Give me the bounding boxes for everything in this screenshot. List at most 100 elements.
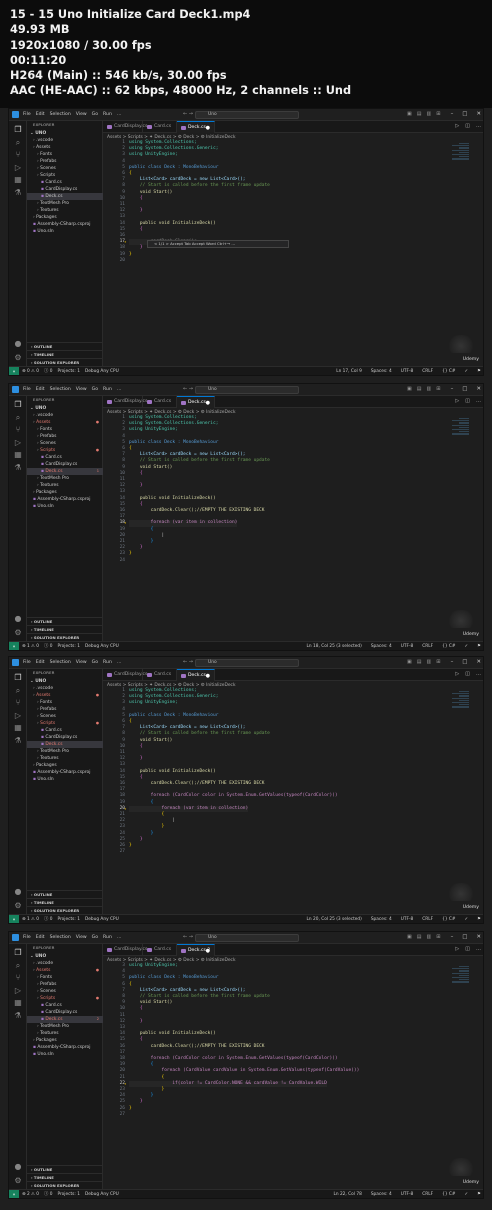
menu-item[interactable]: Edit [36,935,45,940]
status-item[interactable]: ✓ [465,642,469,650]
status-item[interactable]: ⚑ [477,367,481,375]
menu-item[interactable]: Run [103,935,112,940]
split-editor-icon[interactable]: ◫ [465,398,470,404]
explorer-item[interactable]: › Textures [27,755,103,762]
accounts-icon[interactable]: ● [13,339,23,349]
explorer-item[interactable]: ▪ Uno.sln [27,776,103,783]
unsaved-dot-icon[interactable]: ● [206,945,210,957]
explorer-item[interactable]: › Prefabs [27,706,103,713]
explorer-item[interactable]: › Fonts [27,699,103,706]
sidebar-section-solution-explorer[interactable]: › SOLUTION EXPLORER [27,633,103,641]
files-icon[interactable]: ❐ [13,125,23,135]
run-debug-icon[interactable]: ▷ [13,711,23,721]
status-item[interactable]: CRLF [422,642,433,650]
explorer-item[interactable]: ▪ Assembly-CSharp.csproj [27,1044,103,1051]
layout-toggle-icon[interactable]: ⊞ [436,111,440,117]
explorer-item[interactable]: › Assets ● [27,692,103,699]
nav-arrows-icon[interactable]: ← → [183,111,193,117]
status-item[interactable]: UTF-8 [401,1190,414,1198]
code-line[interactable]: { [129,196,143,202]
editor-tab[interactable]: Deck.cs 2 ● [177,944,215,956]
status-item[interactable]: ⊗ 0 ⚠ 0 [22,367,39,375]
explorer-item[interactable]: › Scripts ● [27,447,103,454]
menu-item[interactable]: Go [92,935,98,940]
status-item[interactable]: CRLF [422,1190,433,1198]
minimize-icon[interactable]: – [451,659,454,665]
remote-icon[interactable]: ⑂ [9,642,19,650]
code-line[interactable]: { [129,1006,143,1012]
editor-tab[interactable]: Deck.cs ● [177,121,215,133]
explorer-item[interactable]: ▪ Deck.cs [27,193,103,200]
layout-toggle-icon[interactable]: ▤ [417,386,422,392]
explorer-item[interactable]: ▪ Assembly-CSharp.csproj [27,221,103,228]
layout-toggle-icon[interactable]: ▣ [407,659,412,665]
run-icon[interactable]: ▷ [455,123,459,129]
explorer-item[interactable]: › Assets ● [27,419,103,426]
status-item[interactable]: {} C# [442,367,455,375]
status-item[interactable]: ⓘ 0 [44,642,52,650]
maximize-icon[interactable]: □ [462,386,467,392]
files-icon[interactable]: ❐ [13,673,23,683]
explorer-item[interactable]: ▪ Card.cs [27,454,103,461]
status-item[interactable]: Ln 18, Col 25 (3 selected) [307,642,362,650]
code-line[interactable]: { [129,471,143,477]
editor-tab[interactable]: CardDisplay.cs [103,944,147,956]
explorer-item[interactable]: › Fonts [27,974,103,981]
source-control-icon[interactable]: ⑂ [13,150,23,160]
editor-tab[interactable]: Card.cs [143,944,177,956]
status-item[interactable]: Ln 20, Col 25 (3 selected) [307,915,362,923]
sidebar-section-timeline[interactable]: › TIMELINE [27,625,103,633]
code-editor[interactable]: 1 using System.Collections; 2 using System.… [103,688,483,914]
code-line[interactable]: public class Deck : MonoBehaviour [129,713,218,719]
sidebar-section-timeline[interactable]: › TIMELINE [27,898,103,906]
sidebar-section-outline[interactable]: › OUTLINE [27,890,103,898]
menu-item[interactable]: View [76,660,87,665]
accounts-icon[interactable]: ● [13,1162,23,1172]
menu-item[interactable]: File [23,387,31,392]
menu-item[interactable]: Edit [36,660,45,665]
sidebar-section-outline[interactable]: › OUTLINE [27,617,103,625]
sidebar-section-timeline[interactable]: › TIMELINE [27,350,103,358]
unsaved-dot-icon[interactable]: ● [206,122,210,134]
layout-toggle-icon[interactable]: ⊞ [436,934,440,940]
explorer-item[interactable]: ▪ CardDisplay.cs [27,1009,103,1016]
layout-toggle-icon[interactable]: ▣ [407,934,412,940]
code-line[interactable]: cardDeck.Clear();//EMPTY THE EXISTING DE… [129,508,265,514]
code-line[interactable]: cardDeck.Clear();//EMPTY THE EXISTING DE… [129,1044,265,1050]
run-icon[interactable]: ▷ [455,398,459,404]
sidebar-section-solution-explorer[interactable]: › SOLUTION EXPLORER [27,906,103,914]
lightbulb-icon[interactable]: ✦ [124,520,126,525]
code-line[interactable]: public class Deck : MonoBehaviour [129,440,218,446]
minimize-icon[interactable]: – [451,111,454,117]
run-icon[interactable]: ▷ [455,946,459,952]
explorer-item[interactable]: › Textures [27,482,103,489]
menu-item[interactable]: View [76,112,87,117]
accounts-icon[interactable]: ● [13,614,23,624]
editor-tab[interactable]: Card.cs [143,669,177,681]
explorer-item[interactable]: › Packages [27,214,103,221]
explorer-item[interactable]: › Prefabs [27,981,103,988]
menu-item[interactable]: Edit [36,387,45,392]
gear-icon[interactable]: ⚙ [13,1176,23,1186]
status-item[interactable]: Debug Any CPU [85,915,119,923]
minimize-icon[interactable]: – [451,386,454,392]
maximize-icon[interactable]: □ [462,111,467,117]
status-item[interactable]: ⓘ 0 [44,367,52,375]
explorer-item[interactable]: ▪ CardDisplay.cs [27,186,103,193]
explorer-item[interactable]: › Assets [27,144,103,151]
remote-icon[interactable]: ⑂ [9,1190,19,1198]
explorer-item[interactable]: › TextMesh Pro [27,475,103,482]
menu-item[interactable]: … [117,112,122,117]
menu-item[interactable]: Selection [50,387,71,392]
extensions-icon[interactable]: ▦ [13,723,23,733]
explorer-item[interactable]: › Scripts ● [27,720,103,727]
menu-item[interactable]: Selection [50,935,71,940]
status-item[interactable]: Debug Any CPU [85,1190,119,1198]
code-line[interactable]: foreach (CardColor color in System.Enum.… [129,793,338,799]
menu-item[interactable]: View [76,387,87,392]
status-item[interactable]: Spaces: 4 [371,915,392,923]
status-item[interactable]: ⊗ 1 ⚠ 0 [22,642,39,650]
menu-item[interactable]: … [117,935,122,940]
status-item[interactable]: UTF-8 [401,367,414,375]
explorer-item[interactable]: › Packages [27,489,103,496]
